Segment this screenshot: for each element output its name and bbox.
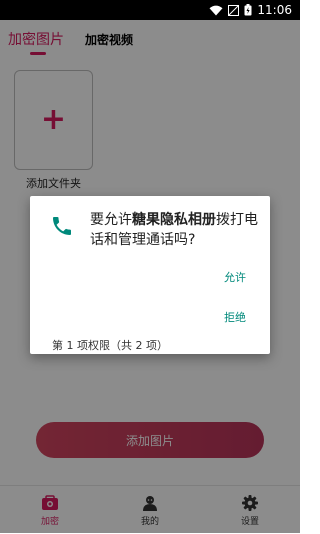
wifi-icon — [209, 1, 223, 20]
battery-icon — [244, 1, 252, 20]
status-icons — [209, 1, 252, 20]
phone-icon — [50, 214, 74, 238]
status-bar: 11:06 — [0, 0, 300, 20]
message-prefix: 要允许 — [90, 212, 132, 228]
status-time: 11:06 — [257, 3, 292, 17]
permission-dialog: 要允许糖果隐私相册拨打电话和管理通话吗? 允许 拒绝 第 1 项权限（共 2 项… — [30, 196, 270, 354]
dialog-message: 要允许糖果隐私相册拨打电话和管理通话吗? — [90, 210, 262, 250]
permission-count: 第 1 项权限（共 2 项） — [52, 339, 168, 352]
deny-button[interactable]: 拒绝 — [224, 309, 246, 325]
app-name: 糖果隐私相册 — [132, 212, 216, 228]
no-signal-icon — [228, 1, 240, 20]
allow-button[interactable]: 允许 — [224, 269, 246, 285]
